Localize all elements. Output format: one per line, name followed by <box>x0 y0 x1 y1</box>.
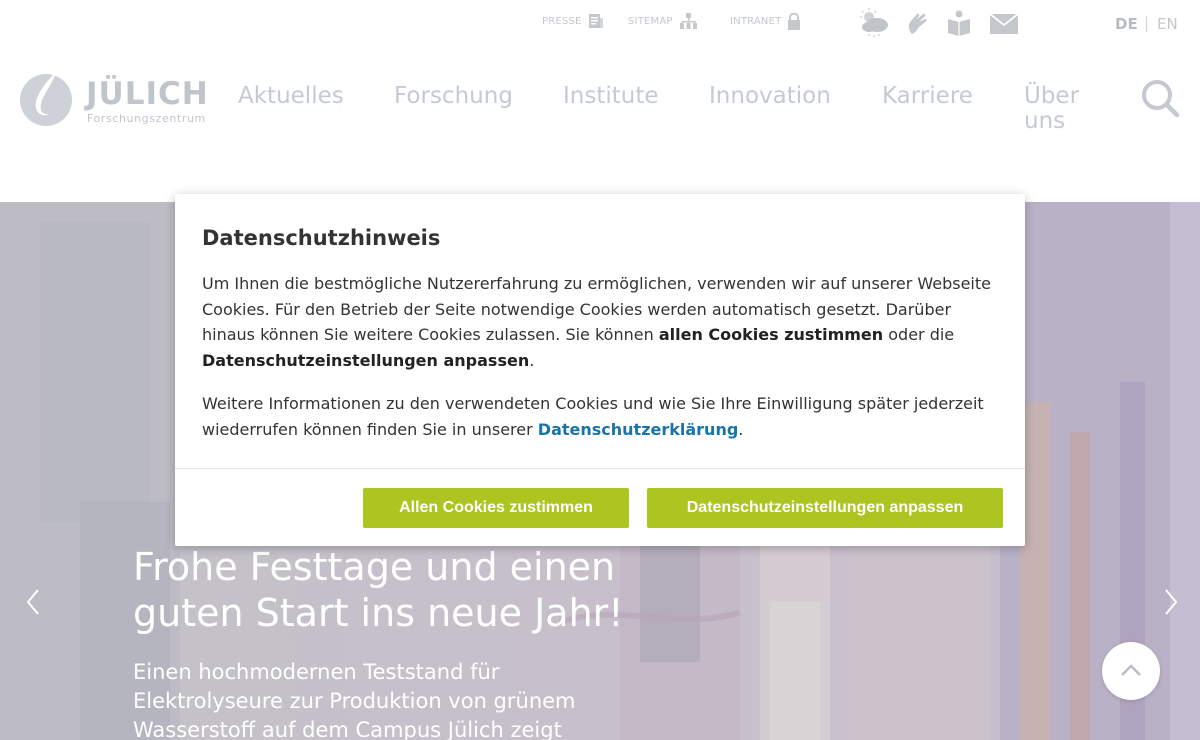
privacy-settings-button[interactable]: Datenschutzeinstellungen anpassen <box>647 488 1003 528</box>
p2-text-2: . <box>738 419 744 439</box>
accept-all-cookies-button[interactable]: Allen Cookies zustimmen <box>363 488 629 528</box>
scroll-to-top-button[interactable] <box>1102 642 1160 700</box>
p1-text-3: . <box>529 350 535 370</box>
dialog-paragraph-1: Um Ihnen die bestmögliche Nutzererfahrun… <box>202 271 1002 373</box>
p1-bold-settings: Datenschutzeinstellungen anpassen <box>202 350 530 370</box>
dialog-title: Datenschutzhinweis <box>202 226 441 250</box>
p1-text-2: oder die <box>883 325 955 344</box>
cookie-consent-dialog: Datenschutzhinweis Um Ihnen die bestmögl… <box>175 194 1025 546</box>
dialog-paragraph-2: Weitere Informationen zu den verwendeten… <box>202 391 1002 442</box>
privacy-policy-link[interactable]: Datenschutzerklärung <box>538 420 739 439</box>
dialog-divider <box>175 468 1025 469</box>
dialog-body: Um Ihnen die bestmögliche Nutzererfahrun… <box>202 271 1002 442</box>
chevron-up-icon <box>1121 664 1141 676</box>
p1-bold-accept: allen Cookies zustimmen <box>658 325 884 344</box>
